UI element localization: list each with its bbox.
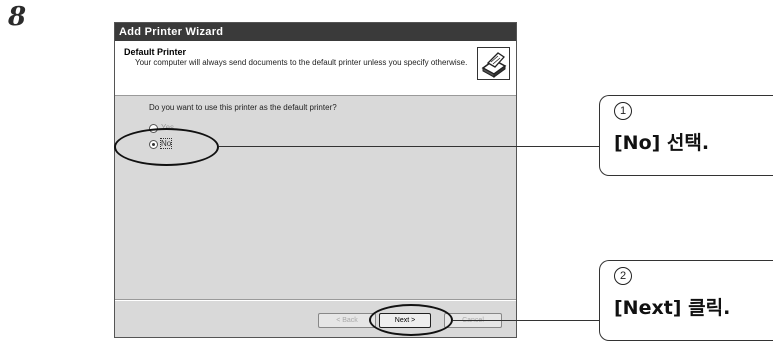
default-printer-question: Do you want to use this printer as the d… — [149, 103, 337, 112]
wizard-title-bar: Add Printer Wizard — [115, 23, 516, 41]
wizard-header: Default Printer Your computer will alway… — [115, 41, 516, 96]
callout-2: 2 [Next] 클릭. — [599, 260, 773, 341]
callout-2-text: [Next] 클릭. — [614, 297, 731, 319]
next-button-highlight — [369, 304, 453, 336]
callout-1: 1 [No] 선택. — [599, 95, 773, 176]
step-number: 8 — [8, 2, 27, 32]
callout-1-number: 1 — [614, 102, 632, 120]
no-option-highlight — [114, 128, 219, 166]
header-description: Your computer will always send documents… — [135, 58, 468, 67]
header-title: Default Printer — [124, 47, 187, 57]
back-button[interactable]: < Back — [318, 313, 376, 328]
leader-line-2 — [453, 320, 600, 321]
leader-line-1 — [219, 146, 600, 147]
footer-divider — [115, 299, 516, 301]
callout-2-number: 2 — [614, 267, 632, 285]
printer-icon — [477, 47, 510, 80]
callout-1-text: [No] 선택. — [614, 132, 710, 154]
add-printer-wizard-dialog: Add Printer Wizard Default Printer Your … — [114, 22, 517, 338]
